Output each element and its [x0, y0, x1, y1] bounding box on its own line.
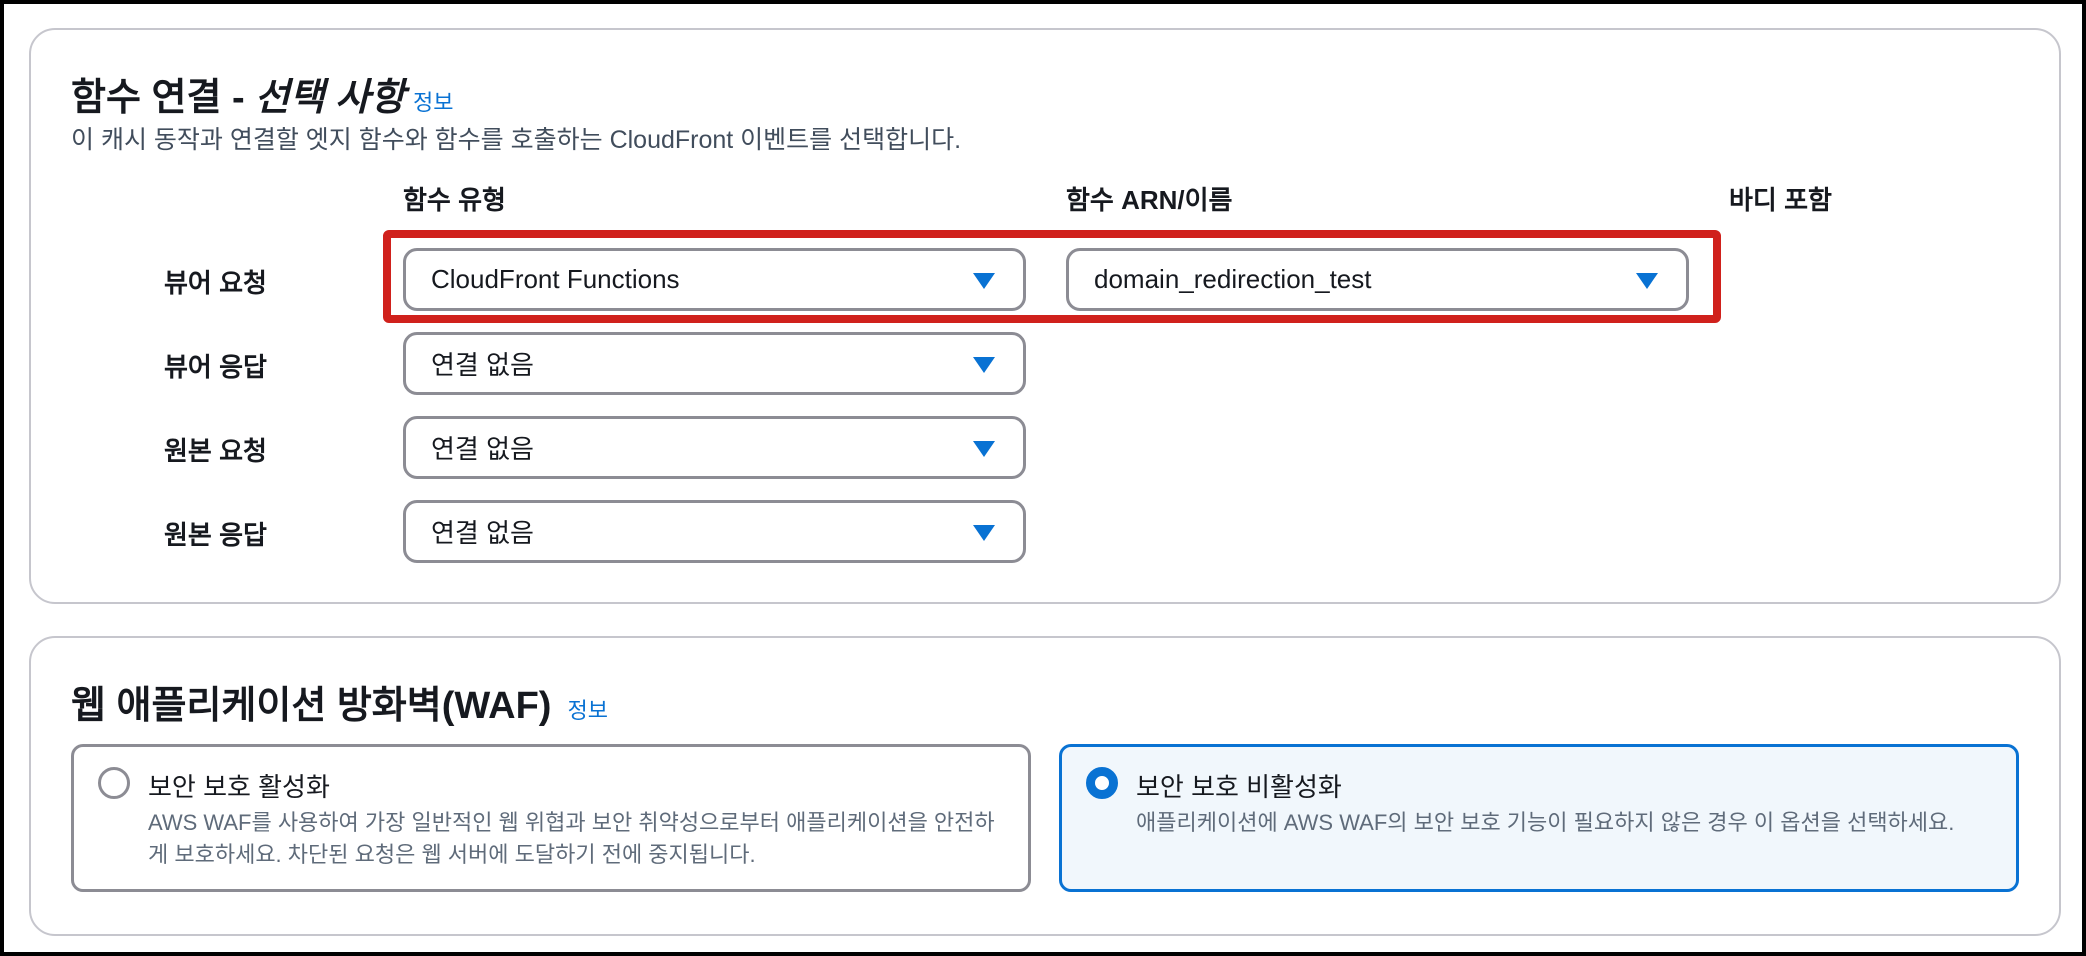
- select-value: 연결 없음: [431, 350, 534, 380]
- waf-title-text: 웹 애플리케이션 방화벽(WAF): [71, 685, 552, 727]
- caret-down-icon: [973, 525, 995, 541]
- function-associations-panel: 함수 연결 - 선택 사항 정보 이 캐시 동작과 연결할 엣지 함수와 함수를…: [29, 28, 2061, 604]
- select-value: CloudFront Functions: [431, 264, 680, 294]
- row-label-origin-request: 원본 요청: [164, 436, 267, 466]
- function-associations-description: 이 캐시 동작과 연결할 엣지 함수와 함수를 호출하는 CloudFront …: [71, 126, 962, 154]
- viewer-request-type-select[interactable]: CloudFront Functions: [403, 248, 1026, 311]
- select-value: 연결 없음: [431, 518, 534, 548]
- viewer-request-arn-select[interactable]: domain_redirection_test: [1066, 248, 1689, 311]
- waf-enable-option[interactable]: 보안 보호 활성화 AWS WAF를 사용하여 가장 일반적인 웹 위협과 보안…: [71, 744, 1031, 892]
- waf-disable-option[interactable]: 보안 보호 비활성화 애플리케이션에 AWS WAF의 보안 보호 기능이 필요…: [1059, 744, 2019, 892]
- row-label-viewer-request: 뷰어 요청: [164, 268, 267, 298]
- caret-down-icon: [973, 273, 995, 289]
- title-text: 함수 연결 -: [71, 77, 245, 119]
- option-title: 보안 보호 활성화: [148, 772, 330, 802]
- radio-icon[interactable]: [98, 767, 130, 799]
- option-description: AWS WAF를 사용하여 가장 일반적인 웹 위협과 보안 취약성으로부터 애…: [148, 810, 995, 867]
- row-label-viewer-response: 뷰어 응답: [164, 352, 267, 382]
- radio-icon[interactable]: [1086, 767, 1118, 799]
- info-link[interactable]: 정보: [567, 693, 607, 725]
- row-label-origin-response: 원본 응답: [164, 520, 267, 550]
- caret-down-icon: [1636, 273, 1658, 289]
- option-description: 애플리케이션에 AWS WAF의 보안 보호 기능이 필요하지 않은 경우 이 …: [1136, 810, 1955, 835]
- origin-request-type-select[interactable]: 연결 없음: [403, 416, 1026, 479]
- column-function-arn: 함수 ARN/이름: [1066, 185, 1233, 215]
- caret-down-icon: [973, 357, 995, 373]
- option-title: 보안 보호 비활성화: [1136, 772, 1342, 802]
- column-function-type: 함수 유형: [403, 185, 506, 215]
- caret-down-icon: [973, 441, 995, 457]
- origin-response-type-select[interactable]: 연결 없음: [403, 500, 1026, 563]
- function-associations-title: 함수 연결 - 선택 사항 정보: [71, 66, 454, 121]
- select-value: domain_redirection_test: [1094, 264, 1372, 294]
- select-value: 연결 없음: [431, 434, 534, 464]
- title-optional: 선택 사항: [254, 77, 406, 119]
- column-include-body: 바디 포함: [1729, 185, 1832, 215]
- info-link[interactable]: 정보: [413, 85, 453, 117]
- waf-panel: 웹 애플리케이션 방화벽(WAF) 정보 보안 보호 활성화 AWS WAF를 …: [29, 636, 2061, 936]
- waf-title: 웹 애플리케이션 방화벽(WAF) 정보: [71, 674, 608, 729]
- viewer-response-type-select[interactable]: 연결 없음: [403, 332, 1026, 395]
